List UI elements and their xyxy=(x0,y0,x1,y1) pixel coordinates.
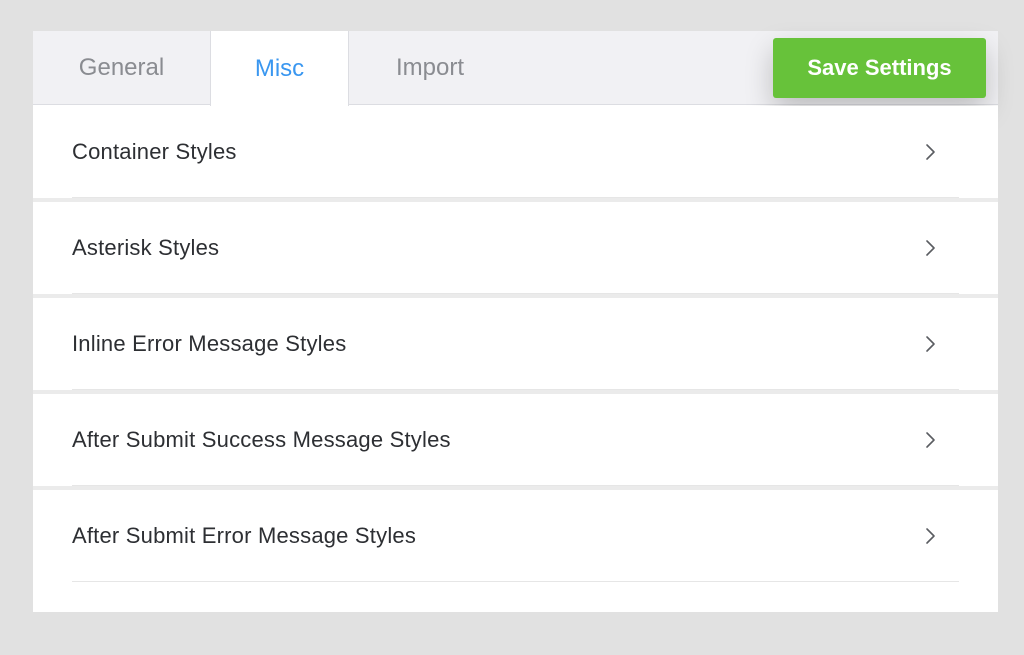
chevron-right-icon xyxy=(926,144,935,160)
chevron-right-icon xyxy=(926,336,935,352)
section-label: Asterisk Styles xyxy=(72,235,220,260)
section-label: After Submit Success Message Styles xyxy=(72,427,451,452)
section-after-submit-success-message-styles[interactable]: After Submit Success Message Styles xyxy=(33,394,998,490)
section-after-submit-error-message-styles[interactable]: After Submit Error Message Styles xyxy=(33,490,998,582)
row-divider xyxy=(72,485,959,486)
tab-general[interactable]: General xyxy=(33,31,210,105)
tab-misc[interactable]: Misc xyxy=(210,31,349,106)
section-label: Container Styles xyxy=(72,139,237,164)
style-sections-list: Container Styles Asterisk Styles Inline … xyxy=(33,106,998,582)
tab-import[interactable]: Import xyxy=(349,31,511,105)
section-container-styles[interactable]: Container Styles xyxy=(33,106,998,202)
section-asterisk-styles[interactable]: Asterisk Styles xyxy=(33,202,998,298)
row-divider xyxy=(72,389,959,390)
chevron-right-icon xyxy=(926,528,935,544)
tab-bar: General Misc Import Save Settings xyxy=(33,31,998,106)
chevron-right-icon xyxy=(926,432,935,448)
settings-panel: General Misc Import Save Settings Contai… xyxy=(33,31,998,612)
row-divider xyxy=(72,581,959,582)
section-inline-error-message-styles[interactable]: Inline Error Message Styles xyxy=(33,298,998,394)
save-settings-button[interactable]: Save Settings xyxy=(773,38,986,98)
section-label: After Submit Error Message Styles xyxy=(72,523,417,548)
row-divider xyxy=(72,293,959,294)
row-divider xyxy=(72,197,959,198)
section-label: Inline Error Message Styles xyxy=(72,331,347,356)
chevron-right-icon xyxy=(926,240,935,256)
